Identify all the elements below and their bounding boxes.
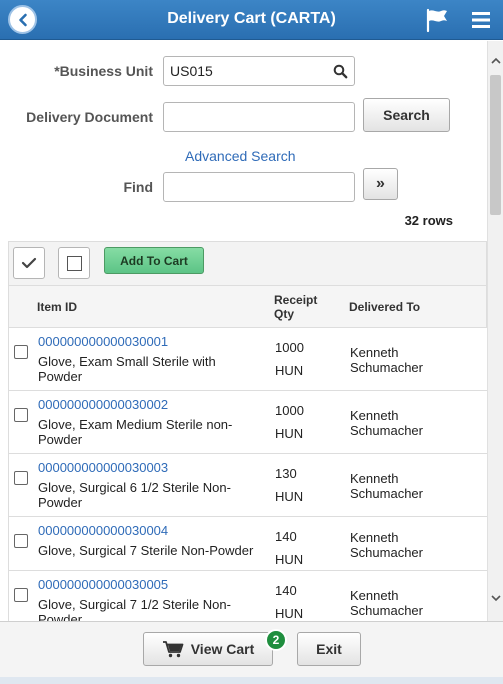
item-description: Glove, Exam Small Sterile with Powder xyxy=(38,354,216,384)
cart-count-badge: 2 xyxy=(265,629,287,651)
receipt-qty: 1000 xyxy=(275,340,304,355)
footer-bar: View Cart 2 Exit xyxy=(0,621,503,677)
row-checkbox[interactable] xyxy=(14,588,28,602)
grid-header: Item ID Receipt Qty Delivered To xyxy=(8,285,487,328)
column-header-delivered-to[interactable]: Delivered To xyxy=(349,300,420,314)
item-id-link[interactable]: 000000000000030003 xyxy=(38,460,168,475)
row-count: 32 rows xyxy=(404,213,453,228)
main-content: *Business Unit Delivery Document Search … xyxy=(0,41,487,621)
receipt-unit: HUN xyxy=(275,552,304,567)
advanced-search-link[interactable]: Advanced Search xyxy=(185,148,296,164)
table-row: 000000000000030003 Glove, Surgical 6 1/2… xyxy=(8,454,487,517)
delivered-to: Kenneth Schumacher xyxy=(350,471,423,501)
row-checkbox[interactable] xyxy=(14,408,28,422)
item-id-link[interactable]: 000000000000030005 xyxy=(38,577,168,592)
item-description: Glove, Surgical 7 1/2 Sterile Non-Powder xyxy=(38,597,231,621)
scrollbar-thumb[interactable] xyxy=(490,75,501,215)
delivery-document-label: Delivery Document xyxy=(26,109,153,125)
select-all-button[interactable] xyxy=(13,247,45,279)
chevron-up-icon[interactable] xyxy=(490,55,502,67)
chevron-down-icon[interactable] xyxy=(490,592,502,604)
item-id-link[interactable]: 000000000000030001 xyxy=(38,334,168,349)
item-description: Glove, Surgical 7 Sterile Non-Powder xyxy=(38,543,254,558)
flag-icon[interactable] xyxy=(424,7,450,33)
find-label: Find xyxy=(123,179,153,195)
delivery-document-input[interactable] xyxy=(163,102,355,132)
column-header-item-id[interactable]: Item ID xyxy=(37,300,77,314)
delivered-to: Kenneth Schumacher xyxy=(350,345,423,375)
search-icon[interactable] xyxy=(333,64,348,79)
receipt-qty: 140 xyxy=(275,529,297,544)
receipt-qty: 130 xyxy=(275,466,297,481)
receipt-unit: HUN xyxy=(275,606,304,621)
receipt-unit: HUN xyxy=(275,363,304,378)
bottom-strip xyxy=(0,677,503,684)
find-go-button[interactable]: » xyxy=(363,168,398,200)
vertical-scrollbar[interactable] xyxy=(487,41,503,621)
delivered-to: Kenneth Schumacher xyxy=(350,530,423,560)
receipt-qty: 1000 xyxy=(275,403,304,418)
item-id-link[interactable]: 000000000000030002 xyxy=(38,397,168,412)
add-to-cart-button[interactable]: Add To Cart xyxy=(104,247,204,274)
table-row: 000000000000030001 Glove, Exam Small Ste… xyxy=(8,328,487,391)
business-unit-label: *Business Unit xyxy=(54,63,153,79)
item-description: Glove, Surgical 6 1/2 Sterile Non-Powder xyxy=(38,480,231,510)
table-row: 000000000000030004 Glove, Surgical 7 Ste… xyxy=(8,517,487,571)
table-row: 000000000000030005 Glove, Surgical 7 1/2… xyxy=(8,571,487,621)
hamburger-menu-icon[interactable] xyxy=(470,9,492,31)
delivered-to: Kenneth Schumacher xyxy=(350,588,423,618)
business-unit-input[interactable] xyxy=(163,56,355,86)
checkmark-icon xyxy=(21,257,37,269)
exit-button[interactable]: Exit xyxy=(297,632,361,666)
grid-toolbar: Add To Cart xyxy=(8,241,487,285)
row-checkbox[interactable] xyxy=(14,534,28,548)
receipt-unit: HUN xyxy=(275,426,304,441)
receipt-qty: 140 xyxy=(275,583,297,598)
item-description: Glove, Exam Medium Sterile non-Powder xyxy=(38,417,233,447)
empty-checkbox-icon xyxy=(66,255,82,271)
receipt-unit: HUN xyxy=(275,489,304,504)
row-checkbox[interactable] xyxy=(14,471,28,485)
view-cart-button[interactable]: View Cart xyxy=(143,632,273,666)
search-button[interactable]: Search xyxy=(363,98,450,132)
row-checkbox[interactable] xyxy=(14,345,28,359)
column-header-receipt-qty[interactable]: Receipt Qty xyxy=(274,293,334,321)
view-cart-label: View Cart xyxy=(190,641,255,657)
deselect-all-button[interactable] xyxy=(58,247,90,279)
cart-icon xyxy=(162,641,184,658)
delivered-to: Kenneth Schumacher xyxy=(350,408,423,438)
item-id-link[interactable]: 000000000000030004 xyxy=(38,523,168,538)
app-header: Delivery Cart (CARTA) xyxy=(0,0,503,40)
table-row: 000000000000030002 Glove, Exam Medium St… xyxy=(8,391,487,454)
find-input[interactable] xyxy=(163,172,355,202)
